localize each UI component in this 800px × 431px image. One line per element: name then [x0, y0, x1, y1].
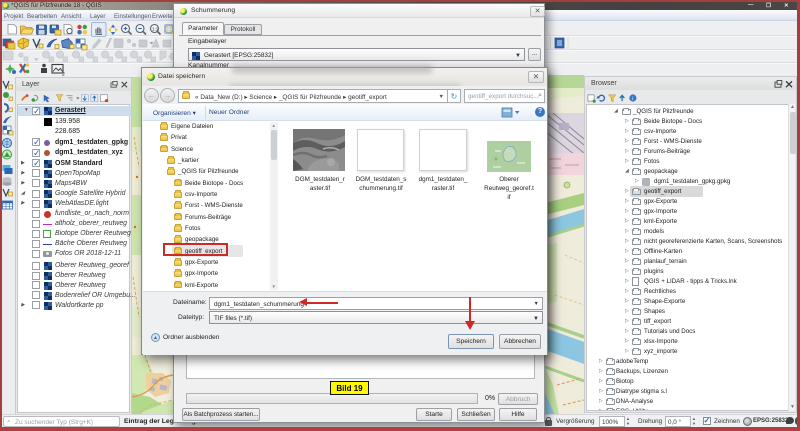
svg-text:1:1: 1:1 [152, 27, 159, 32]
